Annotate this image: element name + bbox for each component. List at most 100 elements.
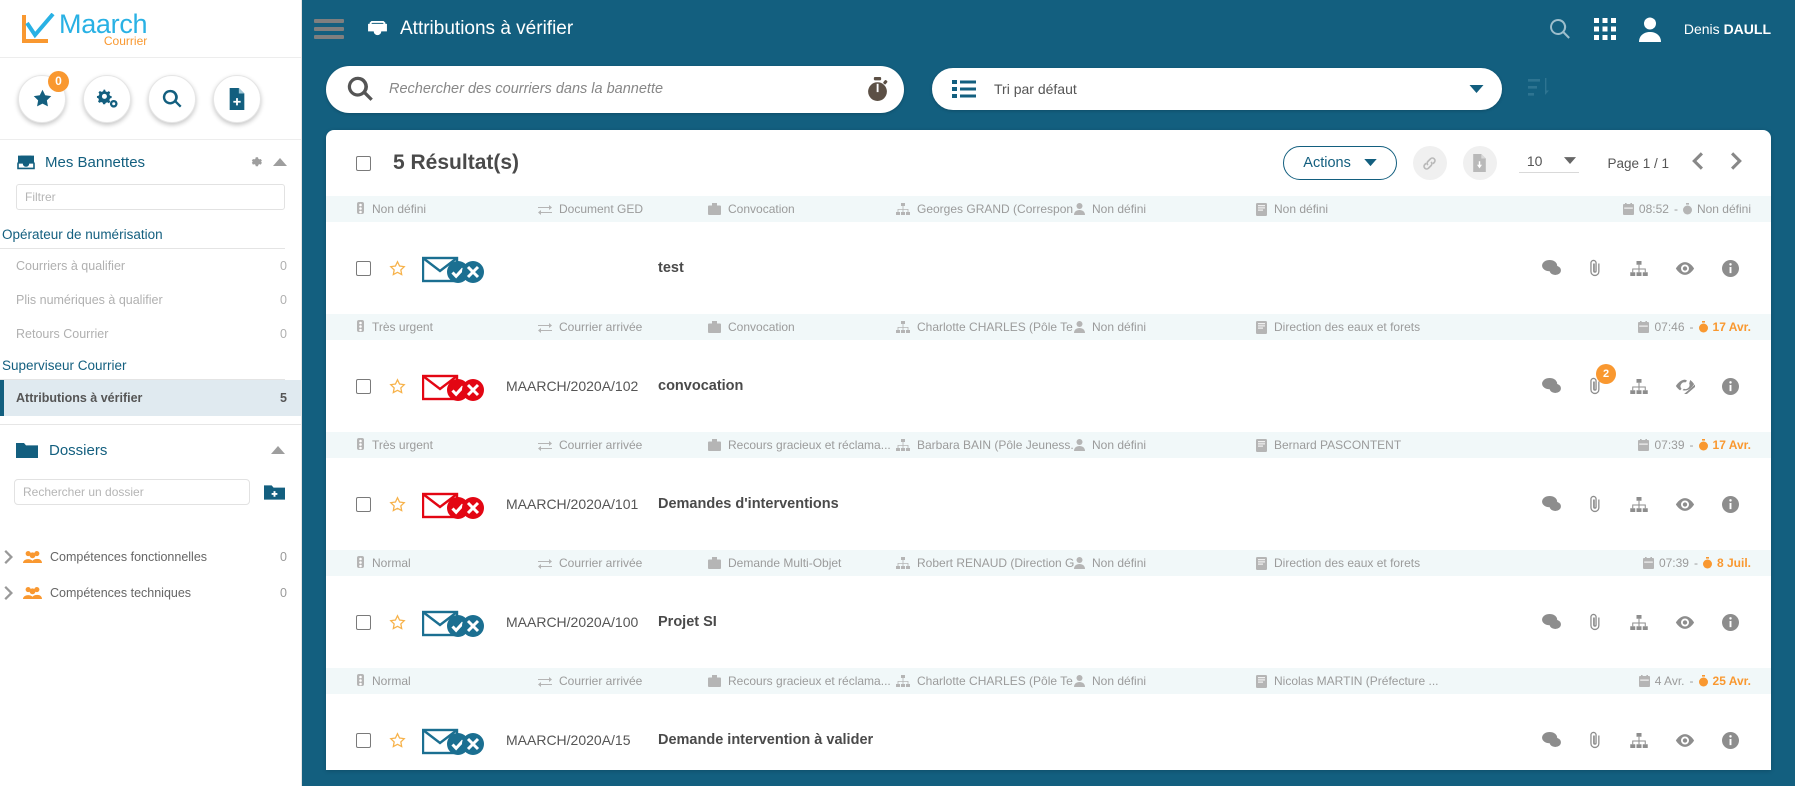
visibility-icon[interactable] — [1675, 615, 1695, 630]
info-icon[interactable] — [1722, 495, 1739, 513]
row-checkbox[interactable] — [356, 732, 371, 748]
table-row[interactable]: MAARCH/2020A/100 Projet SI — [326, 576, 1771, 668]
new-document-button[interactable] — [213, 74, 261, 123]
visibility-icon[interactable] — [1675, 261, 1695, 276]
row-chrono-number: MAARCH/2020A/100 — [506, 614, 639, 630]
star-icon[interactable] — [389, 259, 406, 277]
row-checkbox[interactable] — [356, 614, 371, 630]
user-last-name: DAULL — [1723, 21, 1771, 37]
mail-status-icon[interactable] — [421, 253, 484, 283]
chrono-search-button[interactable] — [859, 71, 896, 108]
meta-separator: - — [1693, 556, 1698, 570]
sort-dropdown[interactable]: Tri par défaut — [932, 68, 1502, 110]
menu-toggle-button[interactable] — [314, 19, 344, 39]
meta-priority: Très urgent — [356, 438, 538, 452]
sidebar-item-competences-techniques[interactable]: Compétences techniques 0 — [0, 575, 301, 611]
meta-priority: Très urgent — [356, 320, 538, 334]
chevron-down-icon[interactable] — [1469, 84, 1484, 94]
comments-icon[interactable] — [1542, 378, 1561, 394]
sort-order-icon[interactable] — [1528, 77, 1550, 101]
info-icon[interactable] — [1722, 731, 1739, 749]
add-folder-icon[interactable] — [264, 484, 285, 501]
sidebar-item-competences-fonctionnelles[interactable]: Compétences fonctionnelles 0 — [0, 539, 301, 575]
attachment-icon[interactable] — [1588, 731, 1603, 749]
row-checkbox[interactable] — [356, 260, 371, 276]
attachment-icon[interactable]: 2 — [1588, 364, 1616, 395]
user-avatar-icon[interactable] — [1638, 17, 1662, 42]
meta-user: Non défini — [1074, 674, 1256, 688]
search-icon[interactable] — [1548, 17, 1572, 41]
table-row[interactable]: MAARCH/2020A/101 Demandes d'intervention… — [326, 458, 1771, 550]
info-icon[interactable] — [1722, 613, 1739, 631]
comments-icon[interactable] — [1542, 732, 1561, 748]
select-all-checkbox[interactable] — [356, 155, 371, 171]
chevron-right-icon[interactable] — [4, 586, 15, 600]
diffusion-list-icon[interactable] — [1630, 614, 1648, 630]
apps-grid-icon[interactable] — [1593, 18, 1616, 40]
visibility-off-icon[interactable] — [1675, 378, 1695, 394]
actions-button[interactable]: Actions — [1283, 146, 1397, 180]
mail-status-icon[interactable] — [421, 489, 484, 519]
mail-status-icon[interactable] — [421, 725, 484, 755]
sidebar-item-courriers-a-qualifier[interactable]: Courriers à qualifier 0 — [0, 249, 301, 283]
sidebar-item-attributions-a-verifier[interactable]: Attributions à vérifier 5 — [0, 380, 301, 416]
star-icon[interactable] — [389, 495, 406, 513]
attachment-icon[interactable] — [1588, 259, 1603, 277]
comments-icon[interactable] — [1542, 614, 1561, 630]
settings-button[interactable] — [83, 74, 131, 123]
star-icon[interactable] — [389, 731, 406, 749]
favorites-button[interactable]: 0 — [18, 70, 69, 123]
next-page-button[interactable] — [1725, 151, 1749, 175]
meta-due-text: Non défini — [1696, 202, 1751, 216]
visibility-icon[interactable] — [1675, 733, 1695, 748]
sidebar-item-plis-numeriques[interactable]: Plis numériques à qualifier 0 — [0, 283, 301, 317]
search-bar[interactable] — [326, 65, 904, 113]
folder-search-input[interactable] — [14, 479, 250, 505]
meta-type-text: Courrier arrivée — [559, 438, 643, 452]
search-input[interactable] — [389, 81, 844, 97]
info-icon[interactable] — [1722, 259, 1739, 277]
sidebar-item-retours-courrier[interactable]: Retours Courrier 0 — [0, 317, 301, 351]
attachment-icon[interactable] — [1588, 495, 1603, 513]
user-name[interactable]: Denis DAULL — [1684, 21, 1771, 37]
top-bar-actions: Denis DAULL — [1548, 17, 1795, 42]
table-row[interactable]: MAARCH/2020A/15 Demande intervention à v… — [326, 694, 1771, 770]
row-subject: Demandes d'interventions — [658, 496, 839, 512]
meta-document-text: Direction des eaux et forets — [1274, 320, 1421, 334]
diffusion-list-icon[interactable] — [1630, 260, 1648, 276]
mail-status-icon[interactable] — [421, 607, 484, 637]
attachment-icon[interactable] — [1588, 613, 1603, 631]
mail-status-icon[interactable] — [421, 371, 484, 401]
diffusion-list-icon[interactable] — [1630, 496, 1648, 512]
row-checkbox[interactable] — [356, 496, 371, 512]
per-page-select[interactable]: 10 — [1518, 153, 1580, 173]
row-checkbox[interactable] — [356, 378, 371, 394]
table-row[interactable]: MAARCH/2020A/102 convocation 2 — [326, 340, 1771, 432]
search-button[interactable] — [148, 74, 196, 123]
info-icon[interactable] — [1722, 377, 1739, 395]
comments-icon[interactable] — [1542, 496, 1561, 512]
search-icon[interactable] — [346, 75, 374, 103]
star-icon[interactable] — [389, 377, 406, 395]
link-button[interactable] — [1412, 146, 1447, 180]
gear-icon[interactable] — [249, 155, 264, 170]
collapse-chevron-icon[interactable] — [271, 445, 285, 455]
prev-page-button[interactable] — [1685, 151, 1709, 175]
collapse-chevron-icon[interactable] — [273, 157, 287, 167]
star-icon[interactable] — [389, 613, 406, 631]
meta-user-text: Non défini — [1092, 202, 1147, 216]
diffusion-list-icon[interactable] — [1630, 732, 1648, 748]
meta-destination: Robert RENAUD (Direction G... — [896, 556, 1074, 570]
table-row[interactable]: test — [326, 222, 1771, 314]
comments-icon[interactable] — [1542, 260, 1561, 276]
export-button[interactable] — [1462, 146, 1497, 180]
diffusion-list-icon[interactable] — [1630, 378, 1648, 394]
basket-filter-input[interactable] — [16, 184, 285, 210]
chevron-right-icon[interactable] — [4, 550, 15, 564]
row-metadata: Normal Courrier arrivée Recours gracieux… — [326, 668, 1771, 694]
visibility-icon[interactable] — [1675, 497, 1695, 512]
brand-logo[interactable]: Maarch Courrier — [0, 0, 301, 58]
sitemap-icon — [896, 203, 910, 215]
meta-user: Non défini — [1074, 556, 1256, 570]
briefcase-icon — [708, 439, 721, 451]
